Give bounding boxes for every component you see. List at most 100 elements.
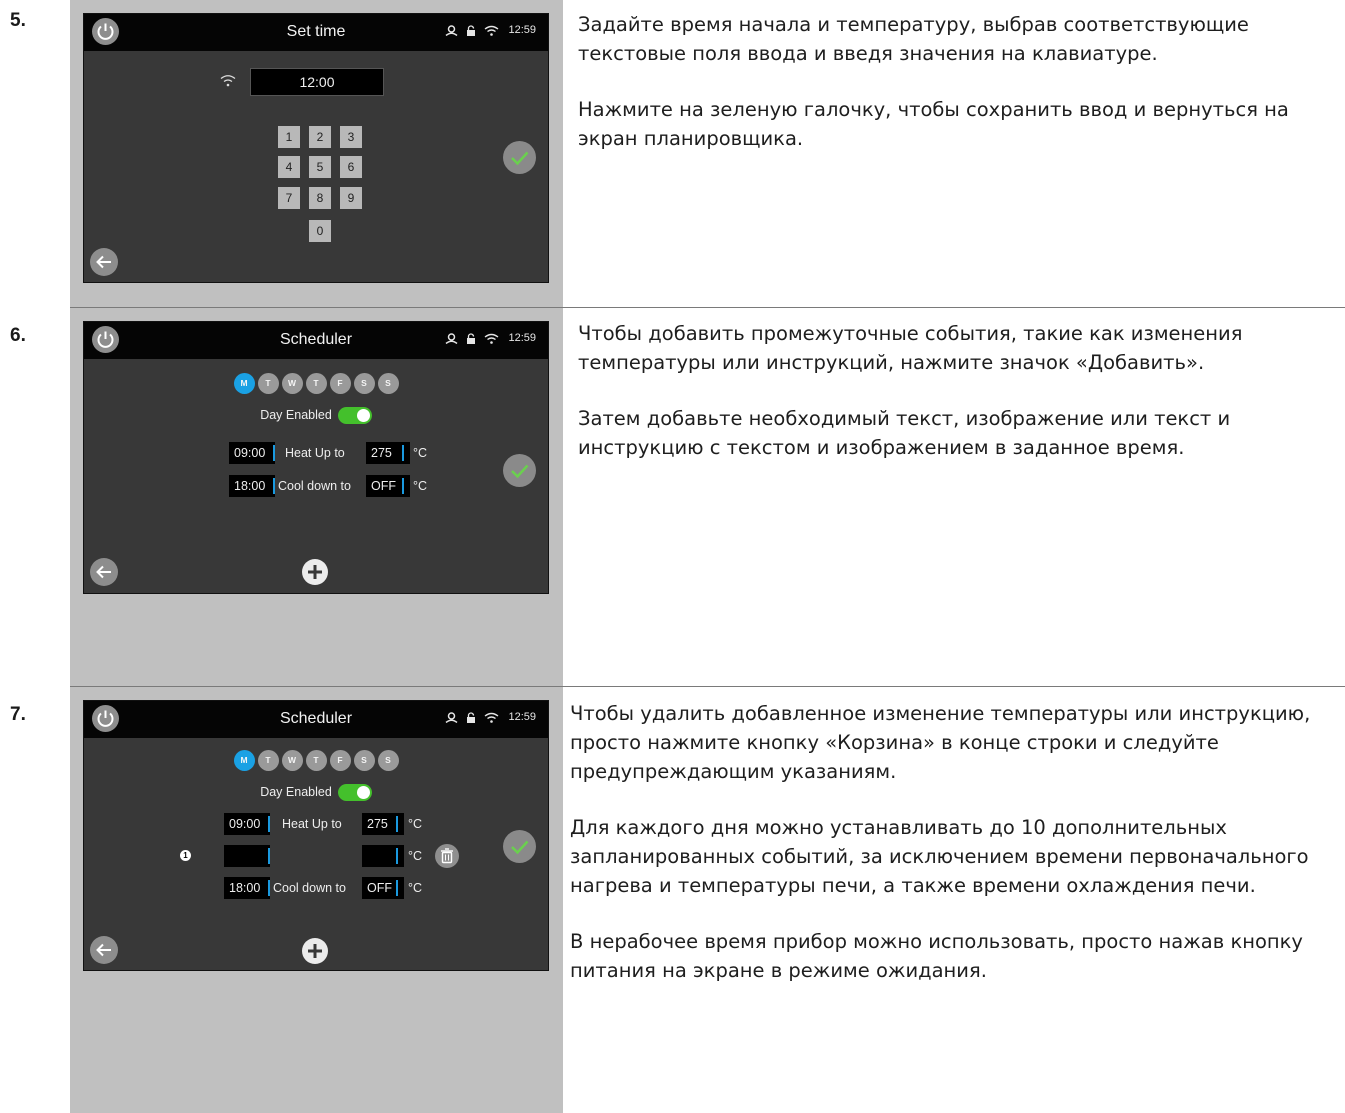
time-field[interactable]: 09:00	[224, 813, 270, 835]
paragraph: Чтобы добавить промежуточные события, та…	[578, 322, 1243, 374]
add-event-button[interactable]	[302, 938, 328, 964]
paragraph: Нажмите на зеленую галочку, чтобы сохран…	[578, 98, 1289, 150]
device-screen-scheduler-edit: Scheduler 12:59 M T W T F S S Day Enable…	[83, 700, 549, 971]
text-cursor	[396, 848, 398, 864]
keypad-key[interactable]: 9	[340, 187, 362, 209]
top-bar: Scheduler 12:59	[84, 701, 548, 738]
event-label: Heat Up to	[285, 446, 345, 460]
confirm-check-button[interactable]	[503, 141, 536, 174]
paragraph: Затем добавьте необходимый текст, изобра…	[578, 407, 1231, 459]
keypad-key[interactable]: 7	[278, 187, 300, 209]
step-number: 6.	[10, 325, 26, 346]
text-cursor	[396, 816, 398, 832]
keypad-key[interactable]: 4	[278, 156, 300, 178]
day-button[interactable]: S	[353, 373, 375, 394]
user-icon	[445, 711, 458, 723]
status-bar: 12:59	[445, 332, 536, 344]
unit-label: °C	[413, 479, 428, 493]
device-screen-scheduler: Scheduler 12:59 M T W T F S S Day Enable…	[83, 321, 549, 594]
day-button[interactable]: T	[305, 373, 327, 394]
lock-icon	[467, 711, 476, 723]
wifi-icon	[485, 333, 499, 344]
day-enabled-toggle[interactable]	[337, 407, 372, 424]
add-event-button[interactable]	[302, 559, 328, 585]
day-button[interactable]: T	[257, 750, 279, 771]
trash-icon[interactable]	[435, 844, 459, 868]
event-label: Cool down to	[273, 881, 346, 895]
unit-label: °C	[408, 849, 423, 863]
confirm-check-button[interactable]	[503, 454, 536, 487]
clock: 12:59	[508, 711, 536, 723]
text-cursor	[396, 880, 398, 896]
paragraph: Для каждого дня можно устанавливать до 1…	[570, 816, 1309, 897]
paragraph: В нерабочее время прибор можно использов…	[570, 930, 1303, 982]
day-enabled-label: Day Enabled	[260, 784, 332, 799]
back-arrow-button[interactable]	[90, 248, 118, 276]
confirm-check-button[interactable]	[503, 830, 536, 863]
status-bar: 12:59	[445, 24, 536, 36]
time-field[interactable]: 18:00	[229, 475, 275, 497]
user-icon	[445, 332, 458, 344]
time-field[interactable]	[224, 845, 270, 867]
keypad-key[interactable]: 2	[309, 126, 331, 148]
user-icon	[445, 24, 458, 36]
back-arrow-button[interactable]	[90, 558, 118, 586]
step-number: 5.	[10, 10, 26, 31]
time-field[interactable]: 18:00	[224, 877, 270, 899]
keypad-key[interactable]: 1	[278, 126, 300, 148]
day-button[interactable]: S	[353, 750, 375, 771]
day-button[interactable]: F	[329, 373, 351, 394]
wifi-icon	[485, 25, 499, 36]
text-cursor	[268, 880, 270, 896]
text-cursor	[268, 816, 270, 832]
status-bar: 12:59	[445, 711, 536, 723]
step7-description: Чтобы удалить добавленное изменение темп…	[570, 699, 1345, 1012]
paragraph: Задайте время начала и температуру, выбр…	[578, 13, 1249, 65]
keypad-key[interactable]: 6	[340, 156, 362, 178]
event-label: Cool down to	[278, 479, 351, 493]
time-field[interactable]: 09:00	[229, 442, 275, 464]
wifi-icon	[220, 75, 236, 87]
text-cursor	[268, 848, 270, 864]
time-input[interactable]: 12:00	[250, 68, 384, 96]
step6-description: Чтобы добавить промежуточные события, та…	[578, 319, 1345, 489]
day-button[interactable]: T	[257, 373, 279, 394]
text-cursor	[402, 478, 404, 494]
unit-label: °C	[408, 881, 423, 895]
day-button[interactable]: T	[305, 750, 327, 771]
wifi-icon	[485, 712, 499, 723]
day-enabled-row: Day Enabled	[84, 407, 548, 424]
event-marker: 1	[180, 850, 191, 861]
paragraph: Чтобы удалить добавленное изменение темп…	[570, 702, 1311, 783]
day-enabled-row: Day Enabled	[84, 784, 548, 801]
text-cursor	[273, 478, 275, 494]
text-cursor	[402, 445, 404, 461]
day-button[interactable]: S	[377, 750, 399, 771]
unit-label: °C	[413, 446, 428, 460]
day-selector: M T W T F S S	[84, 750, 548, 771]
lock-icon	[467, 24, 476, 36]
step-number: 7.	[10, 704, 26, 725]
back-arrow-button[interactable]	[90, 936, 118, 964]
step5-description: Задайте время начала и температуру, выбр…	[578, 10, 1345, 180]
keypad-key[interactable]: 0	[309, 220, 331, 242]
top-bar: Scheduler 12:59	[84, 322, 548, 359]
day-button[interactable]: M	[233, 750, 255, 771]
event-label: Heat Up to	[282, 817, 342, 831]
keypad-key[interactable]: 8	[309, 187, 331, 209]
day-enabled-label: Day Enabled	[260, 407, 332, 422]
day-button[interactable]: M	[233, 373, 255, 394]
clock: 12:59	[508, 24, 536, 36]
text-cursor	[273, 445, 275, 461]
device-screen-set-time: Set time 12:59 12:00 1 2 3 4 5 6 7 8 9 0	[83, 13, 549, 283]
clock: 12:59	[508, 332, 536, 344]
keypad-key[interactable]: 3	[340, 126, 362, 148]
day-button[interactable]: F	[329, 750, 351, 771]
day-enabled-toggle[interactable]	[337, 784, 372, 801]
day-selector: M T W T F S S	[84, 373, 548, 394]
day-button[interactable]: W	[281, 373, 303, 394]
day-button[interactable]: S	[377, 373, 399, 394]
unit-label: °C	[408, 817, 423, 831]
keypad-key[interactable]: 5	[309, 156, 331, 178]
day-button[interactable]: W	[281, 750, 303, 771]
